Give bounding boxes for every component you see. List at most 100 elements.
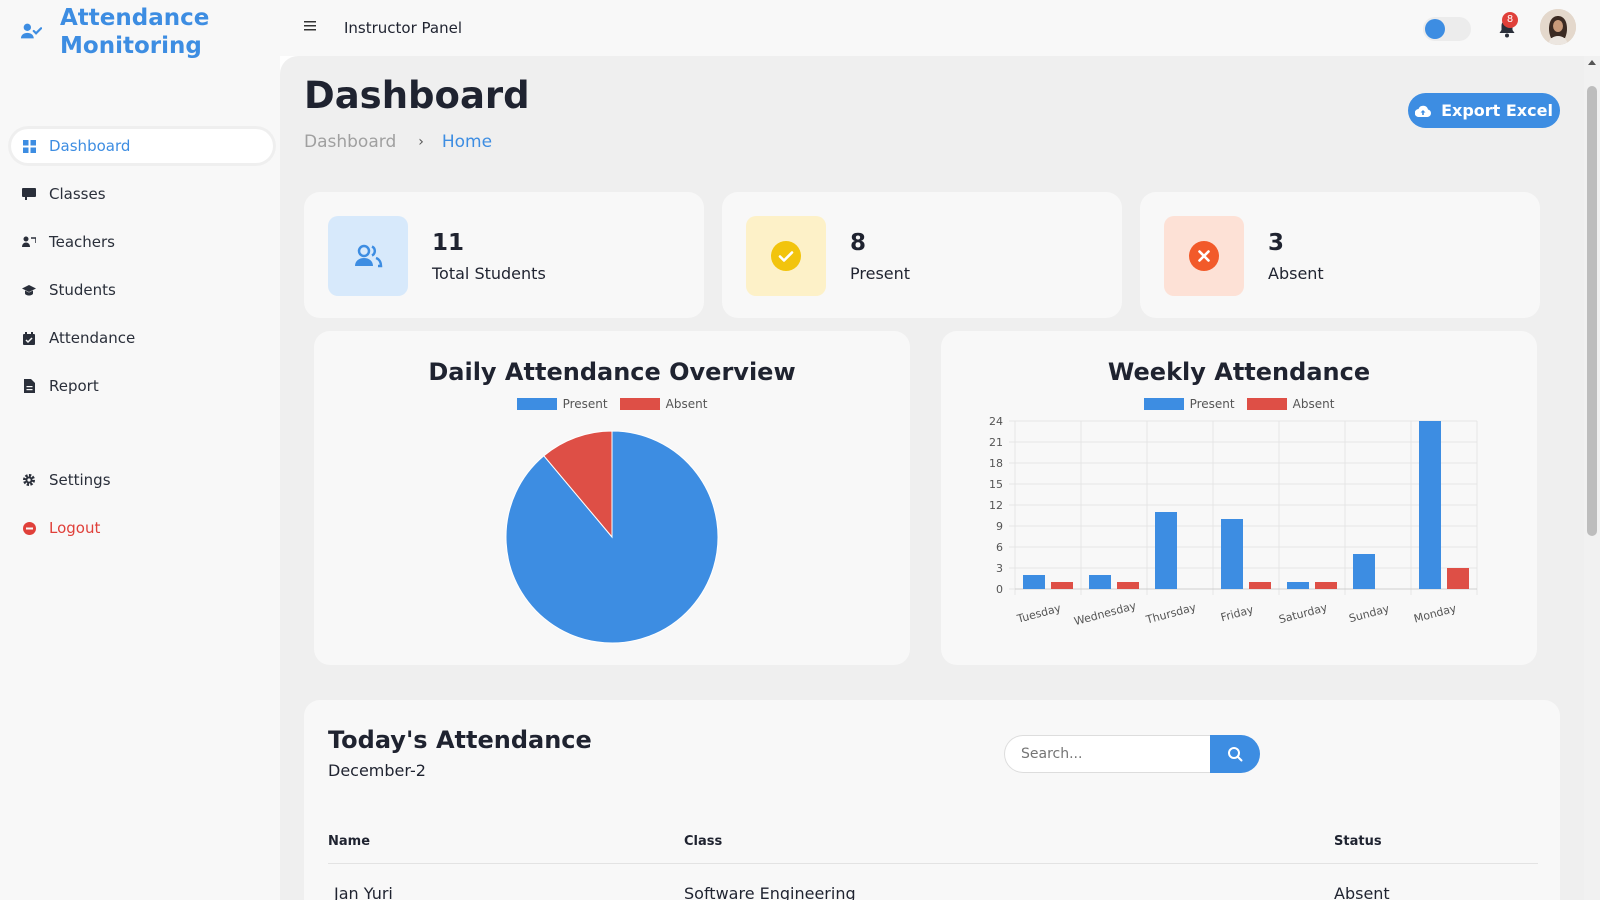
search-input[interactable] [1004,735,1210,773]
section-date: December-2 [328,761,426,780]
column-header-name[interactable]: Name [328,834,370,849]
table-cell-name: Jan Yuri [334,884,393,900]
toggle-knob [1425,19,1445,39]
bar-absent-wednesday[interactable] [1117,582,1139,589]
x-tick-label: Friday [1219,603,1255,624]
stat-value: 11 [432,230,465,256]
sidebar: Attendance Monitoring Dashboard Classes … [0,0,280,900]
bar-present-tuesday[interactable] [1023,575,1045,589]
x-tick-label: Thursday [1144,601,1198,627]
sidebar-item-label: Dashboard [49,137,131,155]
bar-present-sunday[interactable] [1353,554,1375,589]
stat-value: 3 [1268,230,1285,256]
bar-absent-friday[interactable] [1249,582,1271,589]
sidebar-item-label: Students [49,281,116,299]
logout-icon [22,521,36,535]
user-check-icon [20,23,42,39]
bar-present-wednesday[interactable] [1089,575,1111,589]
sidebar-item-label: Attendance [49,329,136,347]
calendar-check-icon [22,331,36,345]
sidebar-item-label: Settings [49,471,111,489]
stat-value: 8 [850,230,867,256]
section-title: Today's Attendance [328,726,592,754]
sidebar-item-attendance[interactable]: Attendance [8,318,276,358]
stat-card-absent: 3 Absent [1140,192,1540,318]
y-tick-label: 15 [989,478,1003,491]
y-tick-label: 12 [989,499,1003,512]
panel-title: Instructor Panel [344,19,463,37]
stat-icon-box [328,216,408,296]
x-tick-label: Wednesday [1073,599,1138,628]
page-scrollbar[interactable] [1584,56,1600,900]
document-icon [22,379,36,393]
scroll-thumb[interactable] [1587,86,1597,536]
main-content: Dashboard Dashboard › Home Export Excel … [280,56,1600,900]
teacher-icon [22,235,36,249]
y-tick-label: 24 [989,415,1003,428]
table-cell-class: Software Engineering [684,884,856,900]
table-cell-status: Absent [1334,884,1390,900]
topbar: Instructor Panel 8 [280,0,1600,56]
avatar-image [1540,9,1576,45]
stat-icon-box [1164,216,1244,296]
page-title: Dashboard [304,74,530,117]
sidebar-item-settings[interactable]: Settings [8,460,276,500]
x-tick-label: Tuesday [1015,601,1063,626]
brand[interactable]: Attendance Monitoring [20,4,240,60]
bar-absent-tuesday[interactable] [1051,582,1073,589]
y-tick-label: 18 [989,457,1003,470]
sidebar-item-dashboard[interactable]: Dashboard [8,126,276,166]
bar-chart: 0 3 6 9 12 15 18 21 24 Tuesday Wednesday Thursday Fr… [989,415,1478,628]
y-tick-label: 9 [996,520,1003,533]
todays-attendance-card: Today's Attendance December-2 Name Class… [304,700,1560,900]
gear-icon [22,473,36,487]
bar-absent-saturday[interactable] [1315,582,1337,589]
export-excel-button[interactable]: Export Excel [1408,93,1560,128]
breadcrumb-item-current[interactable]: Home [442,132,492,152]
search-icon [1228,747,1243,762]
cloud-upload-icon [1415,105,1432,117]
weekly-attendance-chart-card: Weekly Attendance Present Absent 0 3 6 9 12 1… [941,331,1537,665]
pie-chart [505,430,719,644]
breadcrumb-item[interactable]: Dashboard [304,132,396,152]
export-label: Export Excel [1441,101,1553,120]
y-tick-label: 6 [996,541,1003,554]
search-box [1004,735,1260,773]
bar-present-thursday[interactable] [1155,512,1177,589]
sidebar-item-label: Logout [49,519,101,537]
breadcrumb: Dashboard › Home [304,132,492,152]
scroll-up-arrow[interactable] [1588,60,1596,65]
sidebar-item-label: Teachers [49,233,115,251]
chevron-right-icon: › [418,134,424,150]
bar-present-friday[interactable] [1221,519,1243,589]
y-tick-label: 0 [996,583,1003,596]
sidebar-item-students[interactable]: Students [8,270,276,310]
stat-label: Total Students [432,264,546,283]
bar-present-monday[interactable] [1419,421,1441,589]
sidebar-nav: Dashboard Classes Teachers Students Atte… [8,126,276,556]
avatar[interactable] [1540,9,1576,45]
sidebar-item-teachers[interactable]: Teachers [8,222,276,262]
sidebar-item-classes[interactable]: Classes [8,174,276,214]
grid-icon [22,139,36,153]
bar-present-saturday[interactable] [1287,582,1309,589]
sidebar-item-logout[interactable]: Logout [8,508,276,548]
brand-title: Attendance Monitoring [60,5,210,59]
stat-icon-box [746,216,826,296]
bar-absent-monday[interactable] [1447,568,1469,589]
stat-label: Absent [1268,264,1324,283]
menu-icon[interactable] [304,20,318,32]
sidebar-item-report[interactable]: Report [8,366,276,406]
notification-badge: 8 [1502,12,1518,28]
column-header-status[interactable]: Status [1334,834,1382,849]
column-header-class[interactable]: Class [684,834,722,849]
graduation-cap-icon [22,283,36,297]
y-tick-label: 3 [996,562,1003,575]
stat-label: Present [850,264,911,283]
stat-card-present: 8 Present [722,192,1122,318]
x-circle-icon [1189,241,1219,271]
users-icon [355,244,383,268]
search-button[interactable] [1210,735,1260,773]
theme-toggle[interactable] [1423,17,1471,41]
x-tick-label: Monday [1412,602,1458,626]
